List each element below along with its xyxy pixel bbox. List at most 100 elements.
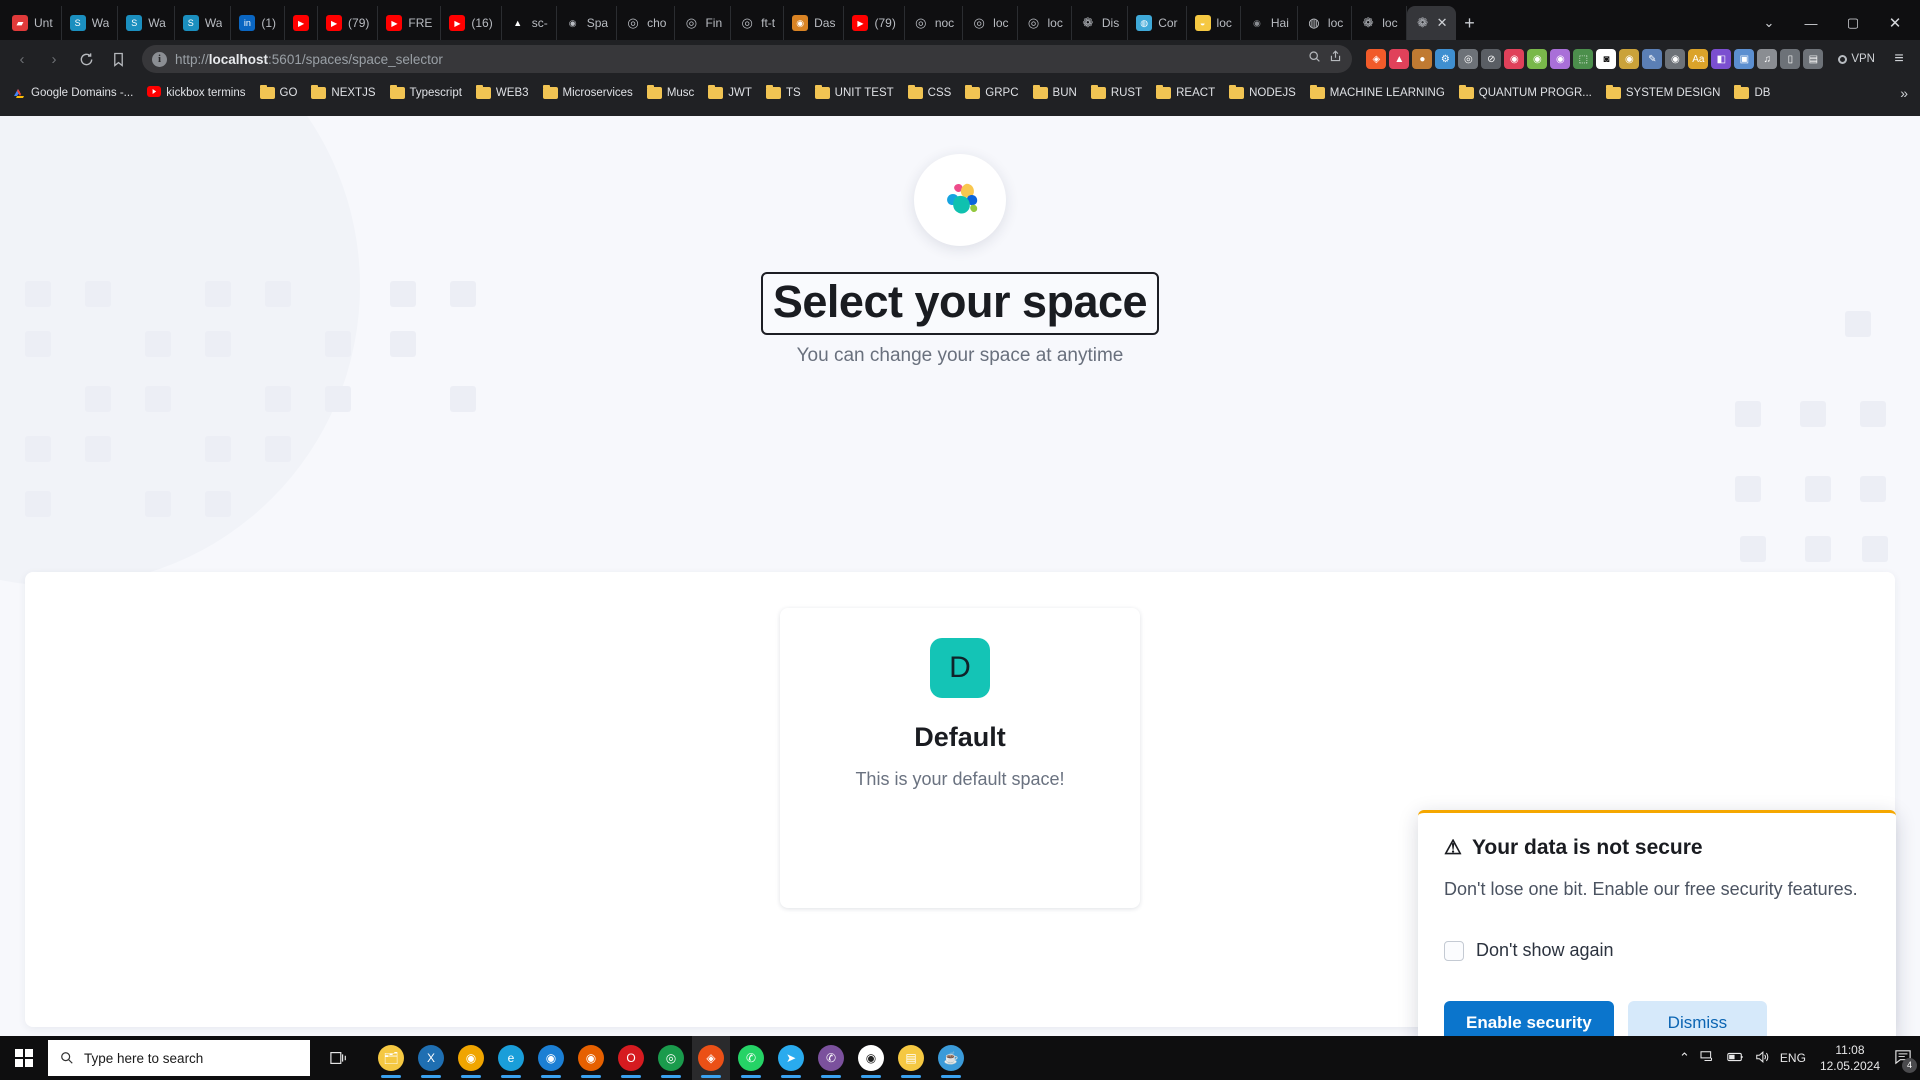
task-view-icon[interactable] bbox=[320, 1036, 358, 1080]
bookmark-item[interactable]: TS bbox=[760, 84, 807, 102]
browser-tab[interactable]: ◍loc bbox=[1298, 6, 1352, 40]
share-icon[interactable] bbox=[1329, 50, 1342, 68]
bookmark-item[interactable]: UNIT TEST bbox=[809, 84, 900, 102]
browser-tab[interactable]: ◎noc bbox=[905, 6, 963, 40]
taskbar-app-postman[interactable]: ☕ bbox=[932, 1036, 970, 1080]
slash-ext-icon[interactable]: ⊘ bbox=[1481, 49, 1501, 69]
browser-tab[interactable]: ❁loc bbox=[1352, 6, 1406, 40]
browser-tab[interactable]: ▶(16) bbox=[441, 6, 501, 40]
browser-tab[interactable]: ▰Unt bbox=[4, 6, 62, 40]
brave-shields-icon[interactable]: ◈ bbox=[1366, 49, 1386, 69]
bookmark-item[interactable]: RUST bbox=[1085, 84, 1148, 102]
reload-icon[interactable] bbox=[72, 45, 100, 73]
robot-ext-icon[interactable]: ◙ bbox=[1596, 49, 1616, 69]
browser-tab[interactable]: ◉Spa bbox=[557, 6, 617, 40]
notifications-button[interactable]: 4 bbox=[1894, 1049, 1912, 1068]
browser-tab[interactable]: ◒loc bbox=[1187, 6, 1241, 40]
taskbar-app-firefox[interactable]: ◉ bbox=[572, 1036, 610, 1080]
battery-icon[interactable] bbox=[1726, 1051, 1744, 1066]
target-ext-icon[interactable]: ◎ bbox=[1458, 49, 1478, 69]
bookmark-item[interactable]: MACHINE LEARNING bbox=[1304, 84, 1451, 102]
tray-chevron-icon[interactable]: ⌃ bbox=[1679, 1050, 1690, 1066]
browser-tab[interactable]: ▶ bbox=[285, 6, 318, 40]
bookmark-item[interactable]: JWT bbox=[702, 84, 758, 102]
taskbar-app-opera-gx[interactable]: ◉ bbox=[852, 1036, 890, 1080]
image-ext-icon[interactable]: ▣ bbox=[1734, 49, 1754, 69]
zoom-icon[interactable] bbox=[1308, 50, 1321, 68]
bookmark-item[interactable]: BUN bbox=[1027, 84, 1083, 102]
pink-ext-icon[interactable]: ◉ bbox=[1504, 49, 1524, 69]
tab-search-button[interactable]: ⌄ bbox=[1748, 7, 1790, 39]
bookmark-item[interactable]: Typescript bbox=[384, 84, 468, 102]
site-info-icon[interactable]: i bbox=[152, 52, 167, 67]
eye-ext-icon[interactable]: ◉ bbox=[1665, 49, 1685, 69]
taskbar-app-sticky-notes[interactable]: ▤ bbox=[892, 1036, 930, 1080]
taskbar-search[interactable]: Type here to search bbox=[48, 1040, 310, 1076]
bookmark-item[interactable]: NODEJS bbox=[1223, 84, 1302, 102]
taskbar-app-telegram[interactable]: ➤ bbox=[772, 1036, 810, 1080]
compass-ext-icon[interactable]: ◉ bbox=[1619, 49, 1639, 69]
browser-tab[interactable]: SWa bbox=[175, 6, 232, 40]
taskbar-app-brave-browser[interactable]: ◈ bbox=[692, 1036, 730, 1080]
bookmark-item[interactable]: QUANTUM PROGR... bbox=[1453, 84, 1598, 102]
browser-tab[interactable]: ▶(79) bbox=[844, 6, 904, 40]
browser-tab[interactable]: SWa bbox=[62, 6, 119, 40]
browser-tab[interactable]: ◎ft-t bbox=[731, 6, 784, 40]
tab-close-icon[interactable]: ✕ bbox=[1437, 15, 1448, 31]
taskbar-clock[interactable]: 11:08 12.05.2024 bbox=[1816, 1042, 1884, 1074]
browser-tab[interactable]: ❁Dis bbox=[1072, 6, 1128, 40]
bear-ext-icon[interactable]: ● bbox=[1412, 49, 1432, 69]
bookmark-item[interactable]: WEB3 bbox=[470, 84, 535, 102]
bookmark-icon[interactable] bbox=[104, 45, 132, 73]
bookmark-item[interactable]: GRPC bbox=[959, 84, 1024, 102]
bookmark-item[interactable]: GO bbox=[254, 84, 304, 102]
warning-ext-icon[interactable]: ▲ bbox=[1389, 49, 1409, 69]
back-icon[interactable]: ‹ bbox=[8, 45, 36, 73]
browser-tab[interactable]: ◎loc bbox=[1018, 6, 1072, 40]
browser-tab[interactable]: ◎loc bbox=[963, 6, 1017, 40]
bookmark-item[interactable]: Musc bbox=[641, 84, 700, 102]
bookmark-item[interactable]: CSS bbox=[902, 84, 958, 102]
taskbar-app-microsoft-edge[interactable]: e bbox=[492, 1036, 530, 1080]
maximize-button[interactable]: ▢ bbox=[1832, 7, 1874, 39]
bookmark-item[interactable]: REACT bbox=[1150, 84, 1221, 102]
font-ext-icon[interactable]: Aa bbox=[1688, 49, 1708, 69]
purple-ext-icon[interactable]: ◉ bbox=[1550, 49, 1570, 69]
language-indicator[interactable]: ENG bbox=[1780, 1051, 1806, 1065]
browser-tab[interactable]: ◎cho bbox=[617, 6, 675, 40]
browser-tab[interactable]: ▶(79) bbox=[318, 6, 378, 40]
taskbar-app-google-chrome[interactable]: ◎ bbox=[652, 1036, 690, 1080]
browser-menu-icon[interactable]: ≡ bbox=[1886, 46, 1912, 72]
frog-ext-icon[interactable]: ◉ bbox=[1527, 49, 1547, 69]
music-ext-icon[interactable]: ♫ bbox=[1757, 49, 1777, 69]
dont-show-again-checkbox[interactable] bbox=[1444, 941, 1464, 961]
taskbar-app-brave-nightly[interactable]: ◉ bbox=[452, 1036, 490, 1080]
bookmark-item[interactable]: Microservices bbox=[537, 84, 639, 102]
new-tab-button[interactable]: + bbox=[1456, 9, 1484, 37]
select-ext-icon[interactable]: ⬚ bbox=[1573, 49, 1593, 69]
browser-tab[interactable]: ❁✕ bbox=[1407, 6, 1456, 40]
forward-icon[interactable]: › bbox=[40, 45, 68, 73]
browser-tab[interactable]: ◎Fin bbox=[675, 6, 731, 40]
browser-tab[interactable]: in(1) bbox=[231, 6, 285, 40]
browser-tab[interactable]: SWa bbox=[118, 6, 175, 40]
taskbar-app-viber[interactable]: ✆ bbox=[812, 1036, 850, 1080]
bookmark-item[interactable]: NEXTJS bbox=[305, 84, 381, 102]
dont-show-again-row[interactable]: Don't show again bbox=[1444, 940, 1870, 961]
taskbar-app-opera[interactable]: O bbox=[612, 1036, 650, 1080]
bookmarks-overflow-button[interactable]: » bbox=[1894, 85, 1914, 101]
sidebar-icon[interactable]: ▯ bbox=[1780, 49, 1800, 69]
taskbar-app-whatsapp[interactable]: ✆ bbox=[732, 1036, 770, 1080]
browser-tab[interactable]: ◉Hai bbox=[1241, 6, 1298, 40]
bookmark-item[interactable]: kickbox termins bbox=[141, 83, 251, 103]
browser-tab[interactable]: ▶FRE bbox=[378, 6, 441, 40]
close-window-button[interactable]: ✕ bbox=[1874, 7, 1916, 39]
network-icon[interactable] bbox=[1700, 1050, 1716, 1067]
tag-ext-icon[interactable]: ◧ bbox=[1711, 49, 1731, 69]
browser-tab[interactable]: ▲sc- bbox=[502, 6, 557, 40]
settings-ext-icon[interactable]: ⚙ bbox=[1435, 49, 1455, 69]
bookmark-item[interactable]: SYSTEM DESIGN bbox=[1600, 84, 1727, 102]
start-button[interactable] bbox=[0, 1036, 48, 1080]
taskbar-app-file-explorer[interactable]: 🗂 bbox=[372, 1036, 410, 1080]
split-view-icon[interactable]: ▤ bbox=[1803, 49, 1823, 69]
